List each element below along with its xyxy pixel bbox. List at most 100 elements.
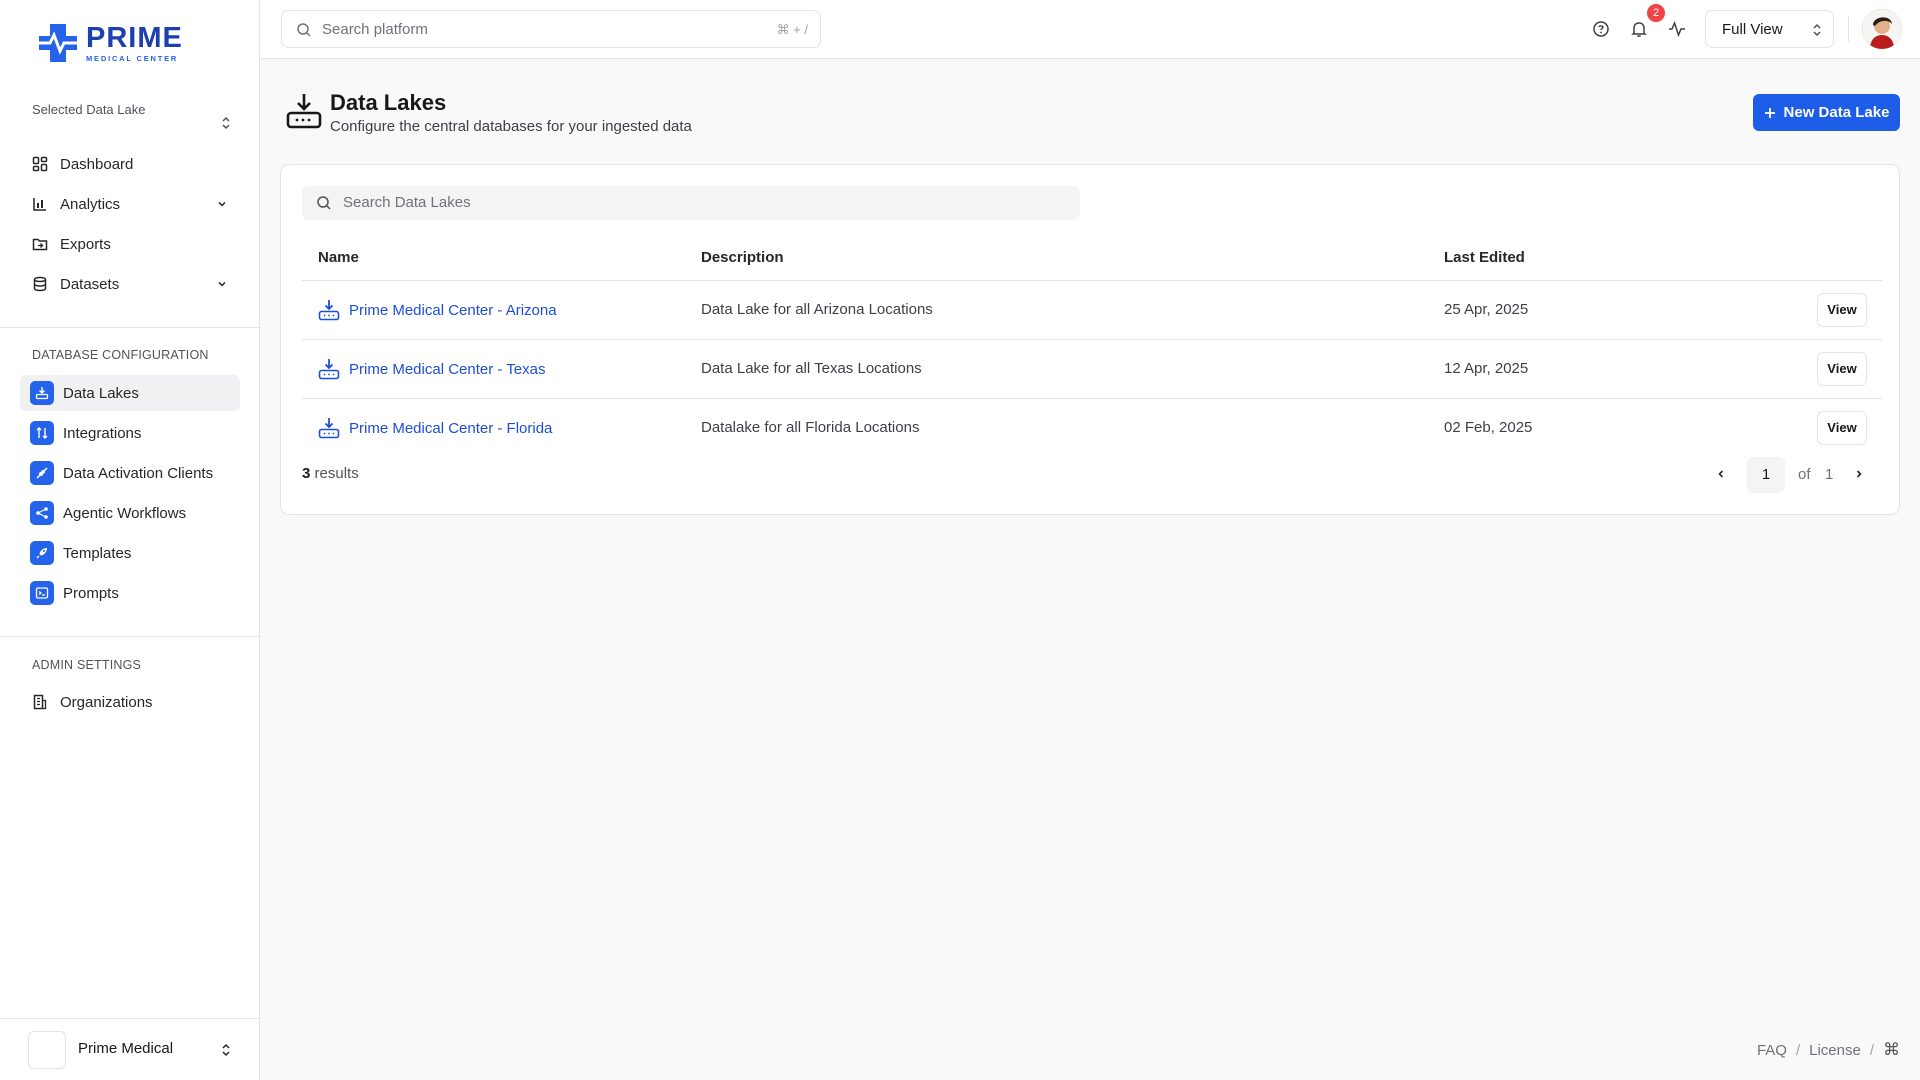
sidebar-divider (0, 636, 260, 637)
org-name: Prime Medical (78, 1040, 174, 1057)
bell-icon[interactable] (1630, 20, 1648, 38)
nav-label: Agentic Workflows (63, 504, 187, 522)
pagination-current-page[interactable]: 1 (1747, 457, 1785, 493)
nav-item-integrations[interactable]: Integrations (20, 415, 240, 451)
nav-label: Data Activation Clients (63, 464, 214, 482)
data-lake-last-edited: 02 Feb, 2025 (1444, 419, 1533, 436)
nav-item-analytics[interactable]: Analytics (20, 186, 240, 222)
data-lake-name: Prime Medical Center - Arizona (349, 301, 557, 319)
page-title: Data Lakes (330, 90, 447, 115)
pagination-total-pages: 1 (1825, 466, 1834, 483)
nav-item-datasets[interactable]: Datasets (20, 266, 240, 302)
data-lake-last-edited: 12 Apr, 2025 (1444, 360, 1529, 377)
data-lake-description: Data Lake for all Arizona Locations (701, 301, 933, 318)
db-config-section-label: DATABASE CONFIGURATION (32, 348, 209, 362)
view-button[interactable]: View (1817, 352, 1867, 386)
footer-separator: / (1869, 1041, 1874, 1059)
data-lakes-search[interactable]: Search Data Lakes (302, 186, 1080, 220)
admin-nav: Organizations (20, 684, 240, 724)
activity-icon[interactable] (1668, 20, 1686, 38)
org-logo (28, 1031, 66, 1069)
data-lakes-card: Search Data Lakes Name Description Last … (280, 164, 1900, 515)
data-lakes-search-input[interactable]: Search Data Lakes (343, 194, 471, 211)
notification-badge: 2 (1647, 4, 1665, 22)
nav-label: Organizations (60, 693, 153, 711)
admin-section-label: ADMIN SETTINGS (32, 658, 142, 672)
footer-separator: / (1795, 1041, 1801, 1059)
search-icon (317, 196, 331, 210)
help-icon[interactable] (1592, 20, 1610, 38)
topbar: Search platform ⌘ + / 2 Full View (261, 0, 1920, 59)
brand-name: PRIME (86, 22, 183, 54)
nav-item-agentic-workflows[interactable]: Agentic Workflows (20, 495, 240, 531)
platform-search[interactable]: Search platform ⌘ + / (281, 10, 821, 48)
nav-item-data-activation-clients[interactable]: Data Activation Clients (20, 455, 240, 491)
data-lake-name: Prime Medical Center - Florida (349, 419, 553, 437)
folder-export-icon (32, 236, 48, 252)
nav-item-data-lakes[interactable]: Data Lakes (20, 375, 240, 411)
download-tray-icon (318, 359, 340, 380)
db-config-nav: Data Lakes Integrations Data Activation … (20, 375, 240, 615)
page-subtitle: Configure the central databases for your… (330, 118, 692, 135)
download-tray-icon (286, 94, 322, 129)
search-icon (297, 23, 311, 37)
download-tray-icon (30, 381, 54, 405)
pagination-of-label: of (1798, 466, 1811, 483)
data-lake-selector[interactable]: Selected Data Lake (20, 96, 240, 136)
table-row: Prime Medical Center - Texas Data Lake f… (302, 339, 1882, 398)
command-icon[interactable]: ⌘ (1883, 1040, 1900, 1060)
new-data-lake-label: New Data Lake (1783, 104, 1890, 121)
plug-icon (30, 461, 54, 485)
search-input[interactable]: Search platform (322, 21, 428, 38)
view-button[interactable]: View (1817, 411, 1867, 445)
footer: FAQ / License / ⌘ (1757, 1040, 1900, 1060)
avatar[interactable] (1862, 9, 1902, 49)
download-tray-icon (318, 300, 340, 321)
results-count: 3 results (302, 465, 359, 482)
new-data-lake-button[interactable]: New Data Lake (1753, 94, 1900, 131)
nav-item-dashboard[interactable]: Dashboard (20, 146, 240, 182)
nav-item-organizations[interactable]: Organizations (20, 684, 240, 720)
data-lake-name: Prime Medical Center - Texas (349, 360, 546, 378)
license-link[interactable]: License (1809, 1042, 1861, 1059)
selector-label: Selected Data Lake (32, 102, 146, 117)
data-lake-link[interactable]: Prime Medical Center - Texas (318, 358, 545, 380)
nav-item-prompts[interactable]: Prompts (20, 575, 240, 611)
dashboard-icon (32, 156, 48, 172)
building-icon (32, 694, 48, 710)
view-select-value: Full View (1722, 21, 1783, 38)
org-switcher[interactable]: Prime Medical (0, 1018, 260, 1080)
column-header-last-edited[interactable]: Last Edited (1444, 249, 1525, 266)
view-button[interactable]: View (1817, 293, 1867, 327)
table-row: Prime Medical Center - Arizona Data Lake… (302, 280, 1882, 339)
chevron-right-icon (1856, 470, 1862, 478)
faq-link[interactable]: FAQ (1757, 1042, 1787, 1059)
cross-logo-icon (39, 24, 77, 62)
chevron-updown-icon (222, 1043, 230, 1057)
chevron-down-icon (218, 201, 226, 207)
search-shortcut: ⌘ + / (776, 22, 808, 37)
nav-label: Templates (63, 544, 132, 562)
main-nav: Dashboard Analytics Exports Datasets (20, 146, 240, 306)
database-icon (32, 276, 48, 292)
sidebar: PRIME MEDICAL CENTER Selected Data Lake … (0, 0, 260, 1080)
nav-item-templates[interactable]: Templates (20, 535, 240, 571)
pagination-next-button[interactable] (1849, 464, 1869, 484)
data-lake-link[interactable]: Prime Medical Center - Florida (318, 417, 552, 439)
data-lake-link[interactable]: Prime Medical Center - Arizona (318, 299, 557, 321)
results-label: results (314, 465, 359, 482)
arrows-updown-icon (30, 421, 54, 445)
bar-chart-icon (32, 196, 48, 212)
terminal-icon (30, 581, 54, 605)
brand-logo[interactable]: PRIME MEDICAL CENTER (36, 20, 186, 66)
results-number: 3 (302, 465, 311, 482)
view-select[interactable]: Full View (1705, 10, 1834, 48)
column-header-description[interactable]: Description (701, 249, 784, 266)
column-header-name[interactable]: Name (318, 249, 359, 266)
nav-item-exports[interactable]: Exports (20, 226, 240, 262)
chevron-down-icon (218, 281, 226, 287)
data-lake-description: Datalake for all Florida Locations (701, 419, 920, 436)
data-lake-description: Data Lake for all Texas Locations (701, 360, 922, 377)
pagination-prev-button[interactable] (1711, 464, 1731, 484)
topbar-divider (1848, 16, 1849, 42)
